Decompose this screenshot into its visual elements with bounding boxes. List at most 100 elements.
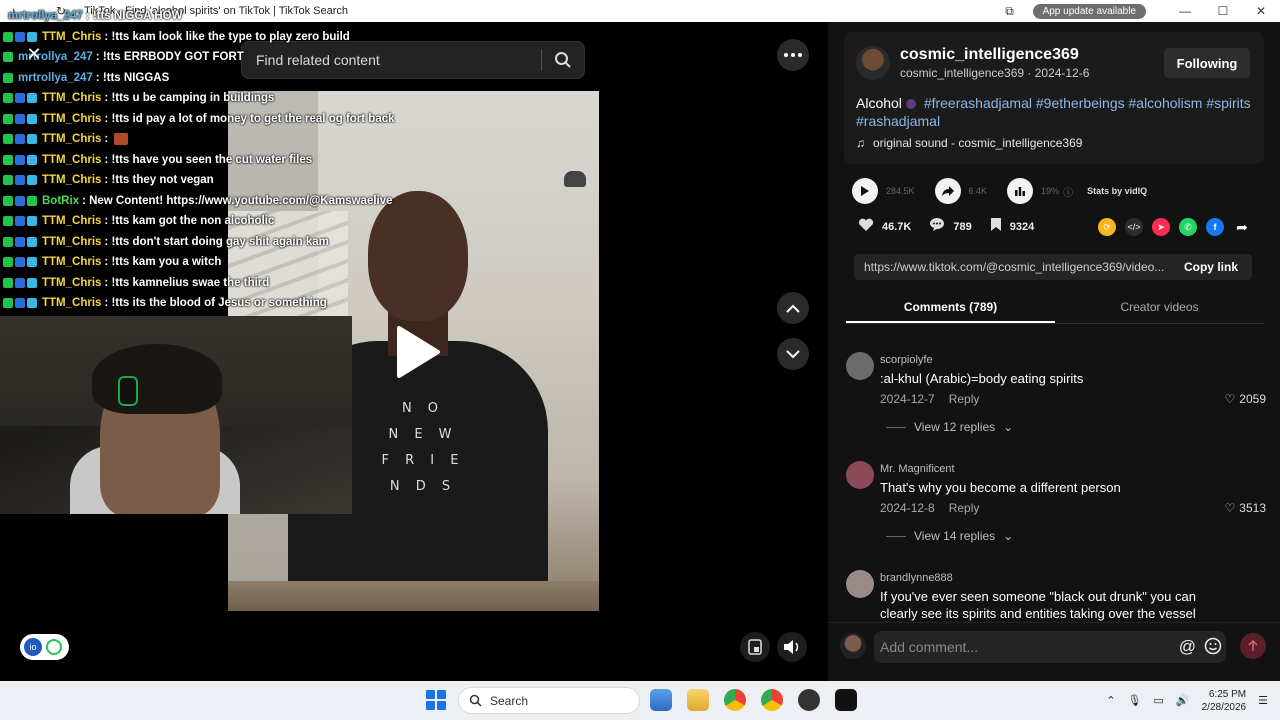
chrome-profile-icon[interactable] xyxy=(761,689,783,711)
post-comment-button[interactable] xyxy=(1240,633,1266,659)
start-button[interactable] xyxy=(426,690,446,710)
chat-username[interactable]: TTM_Chris xyxy=(42,297,101,309)
tab-creator-videos[interactable]: Creator videos xyxy=(1055,292,1264,323)
commenter-name[interactable]: scorpiolyfe xyxy=(880,354,933,366)
chat-message: TTM_Chris: xyxy=(0,129,440,150)
mention-icon[interactable]: @ xyxy=(1179,637,1196,660)
extensions-icon[interactable]: ⧉ xyxy=(995,4,1025,19)
play-icon[interactable] xyxy=(395,325,441,379)
facebook-icon[interactable]: f xyxy=(1206,218,1224,236)
maximize-button[interactable]: ☐ xyxy=(1204,4,1242,18)
notifications-icon[interactable]: ☰ xyxy=(1258,694,1268,707)
chat-username[interactable]: TTM_Chris xyxy=(42,154,101,166)
chat-message: mrtrollya_247: !tts NIGGA HOW xyxy=(0,6,440,27)
whatsapp-icon[interactable]: ✆ xyxy=(1179,218,1197,236)
widget-power-icon[interactable] xyxy=(46,639,62,655)
shirt-print: N ON E WF R I E N D S xyxy=(381,401,465,494)
send-to-friends-icon[interactable]: ➤ xyxy=(1152,218,1170,236)
chat-username[interactable]: TTM_Chris xyxy=(42,215,101,227)
commenter-avatar[interactable] xyxy=(846,570,874,598)
copy-link-button[interactable]: Copy link xyxy=(1170,260,1252,274)
view-replies-label[interactable]: View 14 replies xyxy=(914,529,995,543)
share-more-icon[interactable]: ➦ xyxy=(1233,218,1251,236)
previous-video-button[interactable] xyxy=(777,292,809,324)
next-video-button[interactable] xyxy=(777,338,809,370)
close-window-button[interactable]: ✕ xyxy=(1242,4,1280,18)
close-icon[interactable]: ✕ xyxy=(22,42,46,66)
tiktok-taskbar-icon[interactable] xyxy=(835,689,857,711)
heart-icon[interactable] xyxy=(858,218,874,237)
chat-username[interactable]: TTM_Chris xyxy=(42,113,101,125)
chat-username[interactable]: TTM_Chris xyxy=(42,133,101,145)
comment-icon[interactable] xyxy=(929,217,945,237)
chat-username[interactable]: BotRix xyxy=(42,195,79,207)
caption-hashtags[interactable]: #freerashadjamal #9etherbeings #alcoholi… xyxy=(856,95,1251,129)
clock[interactable]: 6:25 PM 2/28/2026 xyxy=(1202,688,1247,714)
video-url[interactable]: https://www.tiktok.com/@cosmic_intellige… xyxy=(854,260,1170,274)
windows-taskbar: Search ⌃ 🎙 ▭ 🔊 6:25 PM 2/28/2026 ☰ xyxy=(0,681,1280,720)
commenter-avatar[interactable] xyxy=(846,352,874,380)
view-replies-label[interactable]: View 12 replies xyxy=(914,420,995,434)
info-icon[interactable]: ⓘ xyxy=(1063,184,1073,199)
sound-link[interactable]: ♫ original sound - cosmic_intelligence36… xyxy=(856,136,1082,150)
heart-outline-icon[interactable]: ♡ xyxy=(1225,501,1236,515)
comment-like[interactable]: ♡ 2059 xyxy=(1225,392,1266,406)
volume-icon[interactable] xyxy=(777,632,807,662)
minimize-button[interactable]: — xyxy=(1166,4,1204,18)
heart-outline-icon[interactable]: ♡ xyxy=(1225,392,1236,406)
repost-icon[interactable]: ⟳ xyxy=(1098,218,1116,236)
add-comment-input[interactable]: Add comment... xyxy=(874,631,1226,663)
webcam-overlay xyxy=(0,316,352,514)
obs-app-icon[interactable] xyxy=(798,689,820,711)
vidiq-stats-row: 284.5K 6.4K 19% ⓘ Stats by vidIQ xyxy=(852,178,1147,204)
chat-username[interactable]: TTM_Chris xyxy=(42,92,101,104)
comment-text: :al-khul (Arabic)=body eating spirits xyxy=(880,371,1084,386)
chevron-up-icon[interactable]: ⌃ xyxy=(1106,694,1115,707)
view-replies[interactable]: View 14 replies ⌄ xyxy=(886,529,1013,543)
commenter-name[interactable]: brandlynne888 xyxy=(880,572,953,584)
reply-button[interactable]: Reply xyxy=(949,501,980,515)
more-options-button[interactable] xyxy=(777,39,809,71)
bookmark-icon[interactable] xyxy=(990,217,1002,237)
purple-circle-emoji xyxy=(905,99,916,110)
comment-item: Mr. Magnificent That's why you become a … xyxy=(846,461,1266,570)
commenter-avatar[interactable] xyxy=(846,461,874,489)
chat-badges xyxy=(3,195,37,206)
view-replies[interactable]: View 12 replies ⌄ xyxy=(886,420,1013,434)
emoji-icon[interactable] xyxy=(1204,637,1222,660)
badge-icon xyxy=(15,113,25,124)
chat-username[interactable]: TTM_Chris xyxy=(42,174,101,186)
file-explorer-icon[interactable] xyxy=(687,689,709,711)
chat-badges xyxy=(3,216,37,227)
tab-comments[interactable]: Comments (789) xyxy=(846,292,1055,323)
chat-badges xyxy=(3,52,13,63)
reply-button[interactable]: Reply xyxy=(949,392,980,406)
chat-username[interactable]: TTM_Chris xyxy=(42,236,101,248)
commenter-name[interactable]: Mr. Magnificent xyxy=(880,463,955,475)
author-avatar[interactable] xyxy=(856,46,890,80)
chat-username[interactable]: mrtrollya_247 xyxy=(18,72,93,84)
search-icon[interactable] xyxy=(542,51,584,69)
taskbar-search[interactable]: Search xyxy=(458,687,640,714)
chrome-icon[interactable] xyxy=(724,689,746,711)
author-name[interactable]: cosmic_intelligence369 xyxy=(900,46,1079,64)
badge-icon xyxy=(3,72,13,83)
comment-like-count: 3513 xyxy=(1239,501,1266,515)
network-icon[interactable]: ▭ xyxy=(1154,694,1164,707)
badge-icon xyxy=(15,298,25,309)
microphone-icon[interactable]: 🎙 xyxy=(1128,694,1142,707)
chat-username[interactable]: TTM_Chris xyxy=(42,31,101,43)
following-button[interactable]: Following xyxy=(1164,48,1250,78)
comment-like[interactable]: ♡ 3513 xyxy=(1225,501,1266,515)
badge-icon xyxy=(27,277,37,288)
floating-player-button[interactable] xyxy=(740,632,770,662)
embed-icon[interactable]: </> xyxy=(1125,218,1143,236)
sound-title[interactable]: original sound - cosmic_intelligence369 xyxy=(873,136,1082,150)
chat-username[interactable]: mrtrollya_247 xyxy=(8,10,83,22)
chat-username[interactable]: TTM_Chris xyxy=(42,256,101,268)
speaker-icon[interactable]: 🔊 xyxy=(1176,694,1190,707)
app-update-button[interactable]: App update available xyxy=(1032,3,1146,19)
overlay-widget[interactable]: io xyxy=(20,634,69,660)
store-app-icon[interactable] xyxy=(650,689,672,711)
chat-username[interactable]: TTM_Chris xyxy=(42,277,101,289)
